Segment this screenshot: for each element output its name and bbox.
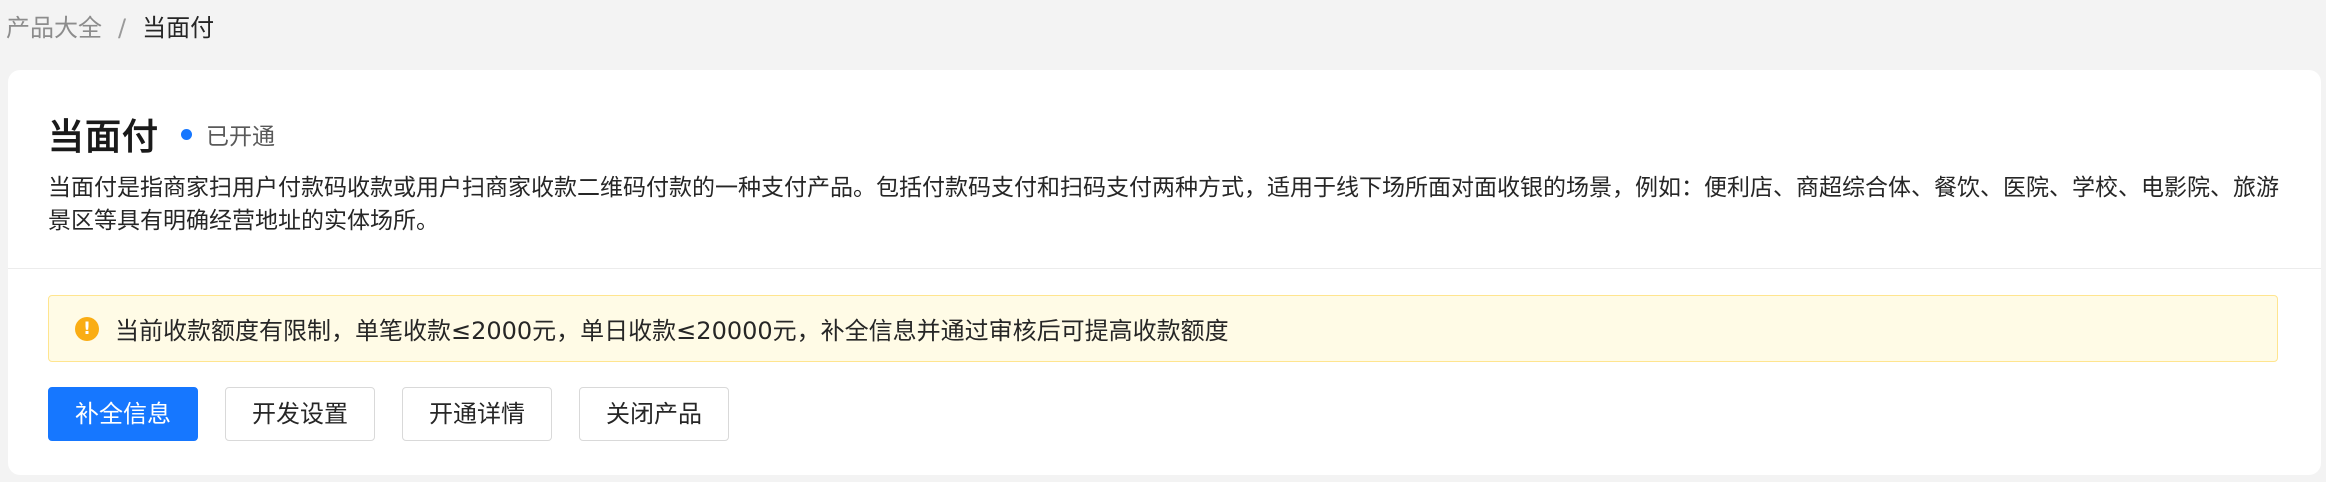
activation-details-button[interactable]: 开通详情 [402,387,552,441]
complete-info-button[interactable]: 补全信息 [48,387,198,441]
status-dot-icon [181,128,193,140]
breadcrumb-separator: / [118,14,127,42]
breadcrumb-current: 当面付 [142,14,215,42]
title-row: 当面付 已开通 [48,106,2281,162]
limit-warning-alert: ! 当前收款额度有限制，单笔收款≤2000元，单日收款≤20000元，补全信息并… [48,295,2278,362]
product-card: 当面付 已开通 当面付是指商家扫用户付款码收款或用户扫商家收款二维码付款的一种支… [8,70,2321,475]
breadcrumb-link-product-catalog[interactable]: 产品大全 [6,11,102,45]
product-description: 当面付是指商家扫用户付款码收款或用户扫商家收款二维码付款的一种支付产品。包括付款… [48,175,2279,234]
close-product-button[interactable]: 关闭产品 [579,387,729,441]
breadcrumb: 产品大全 / 当面付 [6,11,214,45]
product-header: 当面付 已开通 当面付是指商家扫用户付款码收款或用户扫商家收款二维码付款的一种支… [8,70,2321,269]
action-bar: 补全信息 开发设置 开通详情 关闭产品 [48,387,729,441]
page-title: 当面付 [48,117,160,158]
alert-message: 当前收款额度有限制，单笔收款≤2000元，单日收款≤20000元，补全信息并通过… [115,317,1229,345]
exclamation-circle-icon: ! [75,316,99,341]
dev-settings-button[interactable]: 开发设置 [225,387,375,441]
status-label: 已开通 [206,124,276,150]
status-badge: 已开通 [181,117,275,151]
